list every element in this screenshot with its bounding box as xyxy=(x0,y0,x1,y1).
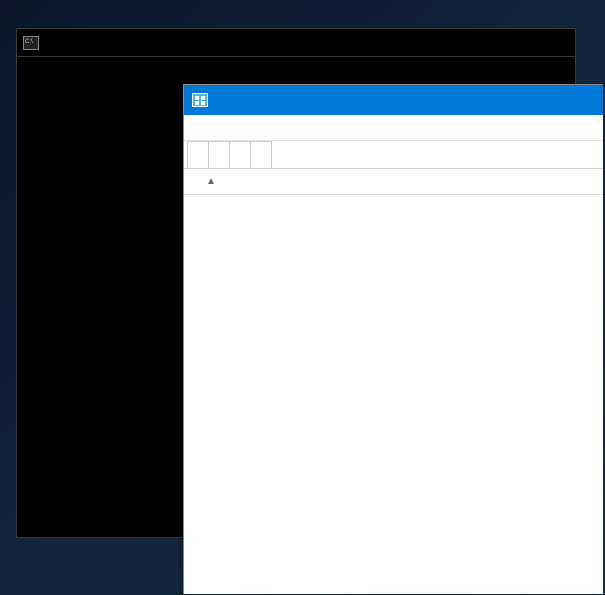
tab-app-history[interactable] xyxy=(229,141,251,168)
cmd-icon xyxy=(23,36,39,50)
col-header-name[interactable]: ▲ xyxy=(184,176,329,187)
task-manager-icon xyxy=(192,93,208,107)
tm-header-row: ▲ xyxy=(184,169,603,195)
sort-ascending-icon: ▲ xyxy=(206,176,216,187)
cmd-titlebar[interactable] xyxy=(17,29,575,57)
task-manager-window: ▲ xyxy=(183,84,603,594)
tm-tabs xyxy=(184,141,603,169)
tab-startup[interactable] xyxy=(250,141,272,168)
tm-titlebar[interactable] xyxy=(184,85,603,115)
tm-table: ▲ xyxy=(184,169,603,195)
tab-performance[interactable] xyxy=(208,141,230,168)
cmd-body[interactable] xyxy=(17,57,575,78)
tm-menubar xyxy=(184,115,603,141)
tab-processes[interactable] xyxy=(187,141,209,168)
